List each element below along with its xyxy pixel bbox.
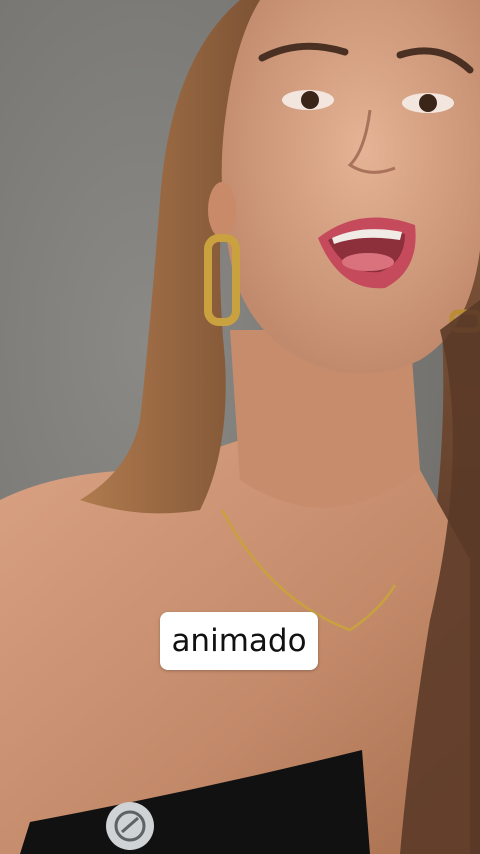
- right-iris: [419, 94, 437, 112]
- ear: [208, 182, 236, 238]
- video-frame: [0, 0, 480, 854]
- subtitle-caption: animado: [160, 612, 318, 670]
- left-iris: [301, 91, 319, 109]
- tongue: [342, 253, 394, 271]
